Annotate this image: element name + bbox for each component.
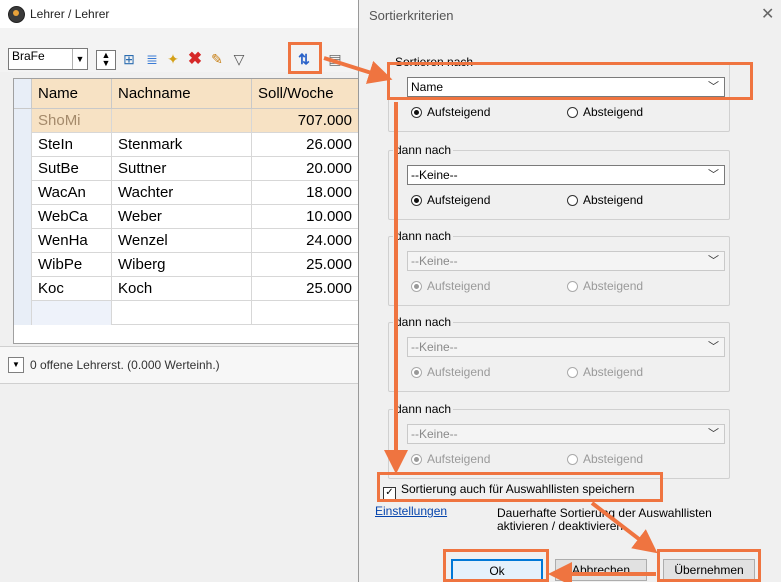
arrow-to-sort-field [323, 56, 393, 84]
arrow-to-apply [590, 501, 658, 554]
annotation-arrows [323, 56, 658, 582]
